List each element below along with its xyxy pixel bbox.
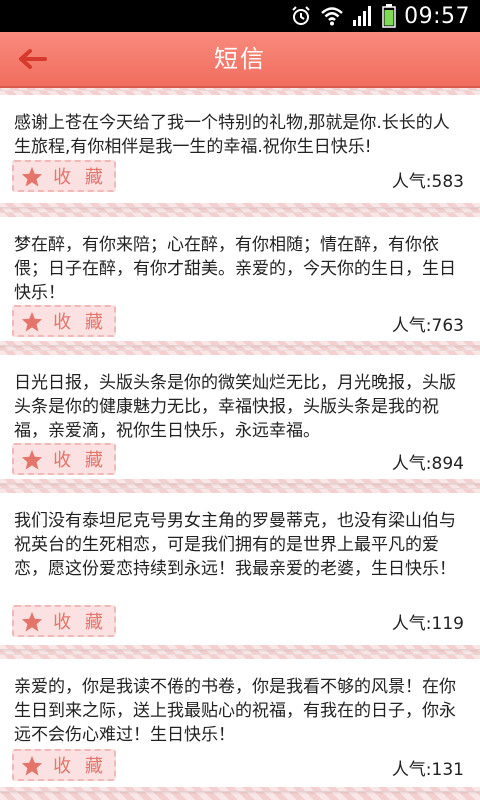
- popularity-count: 763: [431, 316, 464, 336]
- favorite-label: 收 藏: [53, 612, 107, 633]
- message-text: 梦在醉，有你来陪；心在醉，有你相随；情在醉，有你依偎；日子在醉，有你才甜美。亲爱…: [14, 235, 456, 303]
- alarm-icon: [292, 6, 310, 25]
- status-icons: 09:57: [290, 0, 470, 32]
- favorite-label: 收 藏: [53, 756, 107, 777]
- message-card: 我们没有泰坦尼克号男女主角的罗曼蒂克，也没有梁山伯与祝英台的生死相恋，可是我们拥…: [0, 488, 480, 650]
- favorite-label: 收 藏: [53, 450, 107, 471]
- popularity: 人气:119: [391, 614, 464, 634]
- popularity-count: 119: [431, 614, 464, 634]
- favorite-button[interactable]: 收 藏: [12, 305, 116, 337]
- signal-icon: [353, 6, 372, 26]
- message-card: 感谢上苍在今天给了我一个特别的礼物,那就是你.长长的人生旅程,有你相伴是我一生的…: [0, 90, 480, 208]
- star-icon: [22, 311, 43, 332]
- star-icon: [22, 755, 43, 776]
- favorite-label: 收 藏: [53, 167, 107, 188]
- battery-icon: [382, 4, 396, 28]
- message-text: 感谢上苍在今天给了我一个特别的礼物,那就是你.长长的人生旅程,有你相伴是我一生的…: [14, 113, 450, 157]
- favorite-button[interactable]: 收 藏: [12, 443, 116, 475]
- popularity: 人气:583: [391, 172, 464, 192]
- message-text: 我们没有泰坦尼克号男女主角的罗曼蒂克，也没有梁山伯与祝英台的生死相恋，可是我们拥…: [14, 511, 456, 579]
- wifi-icon: [321, 7, 343, 26]
- star-icon: [22, 611, 43, 632]
- star-icon: [22, 166, 43, 187]
- message-card: 日光日报，头版头条是你的微笑灿烂无比，月光晚报，头版头条是你的健康魅力无比，幸福…: [0, 350, 480, 484]
- favorite-label: 收 藏: [53, 312, 107, 333]
- status-bar: 09:57: [0, 0, 480, 32]
- page-title: 短信: [214, 45, 266, 73]
- popularity: 人气:763: [391, 316, 464, 336]
- favorite-button[interactable]: 收 藏: [12, 605, 116, 637]
- popularity: 人气:894: [391, 454, 464, 474]
- message-card: 梦在醉，有你来陪；心在醉，有你相随；情在醉，有你依偎；日子在醉，有你才甜美。亲爱…: [0, 212, 480, 346]
- favorite-button[interactable]: 收 藏: [12, 160, 116, 192]
- star-icon: [22, 449, 43, 470]
- popularity-count: 894: [431, 454, 464, 474]
- message-text: 亲爱的，你是我读不倦的书卷，你是我看不够的风景！在你生日到来之际，送上我最贴心的…: [14, 677, 456, 745]
- popularity-count: 131: [431, 760, 464, 780]
- favorite-button[interactable]: 收 藏: [12, 749, 116, 781]
- status-time: 09:57: [404, 3, 470, 29]
- popularity: 人气:131: [391, 760, 464, 780]
- message-text: 日光日报，头版头条是你的微笑灿烂无比，月光晚报，头版头条是你的健康魅力无比，幸福…: [14, 373, 456, 441]
- message-card: 亲爱的，你是我读不倦的书卷，你是我看不够的风景！在你生日到来之际，送上我最贴心的…: [0, 654, 480, 792]
- app-header: 短信: [0, 32, 480, 88]
- popularity-count: 583: [431, 172, 464, 192]
